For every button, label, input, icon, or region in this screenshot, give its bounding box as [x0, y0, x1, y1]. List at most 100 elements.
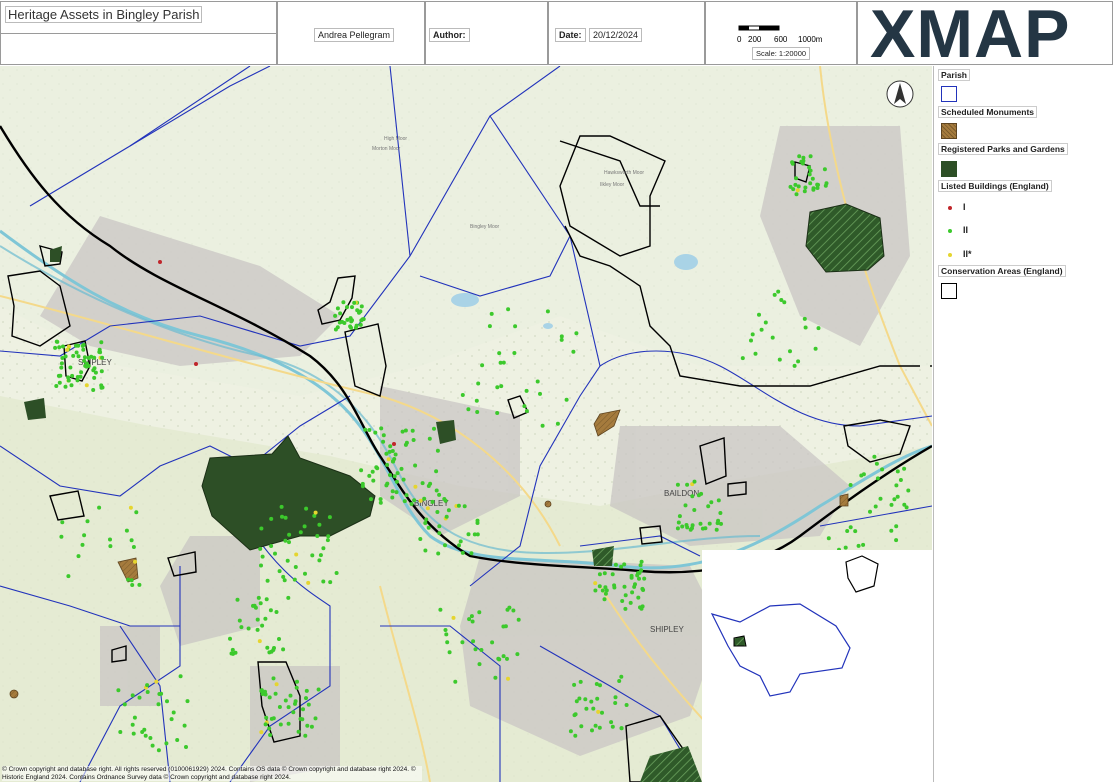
listed-building-point — [399, 466, 404, 471]
listed-building-point — [388, 444, 393, 449]
listed-building-point — [124, 528, 129, 533]
listed-building-point — [293, 699, 298, 704]
listed-building-point — [258, 546, 263, 551]
listed-building-point — [623, 593, 628, 598]
listed-building-point — [265, 645, 270, 650]
listed-building-point — [128, 505, 133, 510]
listed-building-point — [597, 584, 602, 589]
listed-building-point — [259, 688, 264, 693]
listed-building-point — [55, 339, 60, 344]
listed-building-point — [265, 578, 270, 583]
listed-building-point — [378, 500, 383, 505]
listed-building-point — [506, 307, 511, 312]
listed-building-point — [80, 542, 85, 547]
listed-building-point — [807, 165, 812, 170]
listed-building-point — [92, 366, 97, 371]
listed-building-point — [505, 656, 509, 661]
listed-building-point — [277, 569, 282, 574]
listed-building-point — [340, 319, 345, 324]
listed-building-point — [788, 349, 792, 354]
listed-building-point — [277, 705, 282, 709]
copyright-notice: © Crown copyright and database right. Al… — [2, 766, 422, 781]
listed-building-point — [57, 380, 62, 385]
listed-building-point — [794, 176, 798, 181]
listed-building-point — [906, 488, 911, 493]
listed-building-point — [86, 364, 91, 368]
listed-building-point — [341, 300, 346, 305]
listed-building-point — [516, 617, 521, 622]
listed-building-point — [178, 674, 183, 679]
listed-building-point — [574, 331, 579, 336]
listed-building-point — [444, 514, 449, 519]
minor-label: Hawksworth Moor — [604, 170, 644, 176]
listed-building-point — [902, 466, 907, 471]
listed-building-point — [278, 722, 283, 727]
listed-building-point — [118, 730, 123, 734]
listed-building-point — [385, 481, 390, 486]
listed-building-point — [91, 388, 96, 392]
listed-building-point — [540, 423, 545, 428]
listed-building-point — [66, 574, 71, 579]
listed-building-point — [613, 701, 618, 705]
listed-building-point — [263, 692, 268, 697]
listed-building-point — [622, 584, 627, 589]
listed-building-point — [515, 652, 520, 657]
listed-building-point — [460, 550, 465, 555]
legend-grade-IIstar-dot — [948, 253, 952, 257]
listed-building-point — [283, 515, 288, 520]
listed-building-point — [60, 520, 65, 525]
listed-building-point — [639, 606, 644, 611]
listed-building-point — [92, 375, 97, 380]
listed-building-point — [413, 463, 418, 468]
listed-building-point — [479, 648, 484, 652]
listed-building-point — [348, 324, 353, 329]
listed-building-point — [333, 327, 338, 332]
listed-building-point — [379, 426, 384, 431]
map-header: Heritage Assets in Bingley Parish Andrea… — [0, 0, 1113, 72]
listed-building-point — [435, 448, 440, 453]
listed-building-point — [409, 502, 414, 506]
listed-building-point — [623, 606, 628, 611]
listed-building-point — [868, 509, 872, 514]
listed-building-point — [445, 640, 450, 645]
listed-building-point — [889, 528, 894, 533]
listed-building-point — [418, 498, 423, 503]
listed-building-point — [435, 510, 440, 514]
listed-building-point — [63, 354, 68, 359]
listed-building-point — [296, 729, 301, 734]
listed-building-point — [698, 521, 703, 526]
listed-building-point — [776, 289, 781, 294]
listed-building-point — [148, 736, 153, 740]
listed-building-point — [535, 379, 540, 384]
listed-building-point — [436, 551, 441, 556]
listed-building-point — [273, 691, 278, 696]
listed-building-point — [584, 706, 589, 711]
listed-building-point — [158, 260, 162, 264]
listed-building-point — [861, 472, 866, 477]
listed-building-point — [370, 469, 375, 474]
legend-listed-label: Listed Buildings (England) — [938, 180, 1052, 192]
listed-building-point — [310, 553, 315, 558]
listed-building-point — [301, 707, 305, 712]
listed-building-point — [277, 637, 281, 641]
listed-building-point — [73, 343, 78, 348]
map-canvas[interactable]: SHIPLEY BINGLEY BAILDON SHIPLEY High Moo… — [0, 66, 932, 782]
legend-grade-II-label: II — [963, 225, 969, 235]
legend-grade-IIstar-label: II* — [963, 249, 972, 259]
listed-building-point — [369, 497, 373, 502]
listed-building-point — [182, 723, 187, 728]
listed-building-point — [796, 359, 801, 364]
listed-building-point — [361, 317, 366, 322]
listed-building-point — [56, 373, 61, 378]
listed-building-point — [822, 167, 827, 172]
listed-building-point — [74, 350, 79, 355]
listed-building-point — [309, 724, 314, 729]
listed-building-point — [456, 503, 461, 508]
scale-cell: 0 200 600 1000m Scale: 1:20000 — [705, 1, 857, 65]
listed-building-point — [610, 572, 615, 577]
listed-building-point — [394, 479, 399, 484]
listed-building-point — [130, 693, 135, 698]
listed-building-point — [269, 649, 274, 654]
listed-building-point — [134, 510, 139, 515]
listed-building-point — [298, 716, 303, 721]
